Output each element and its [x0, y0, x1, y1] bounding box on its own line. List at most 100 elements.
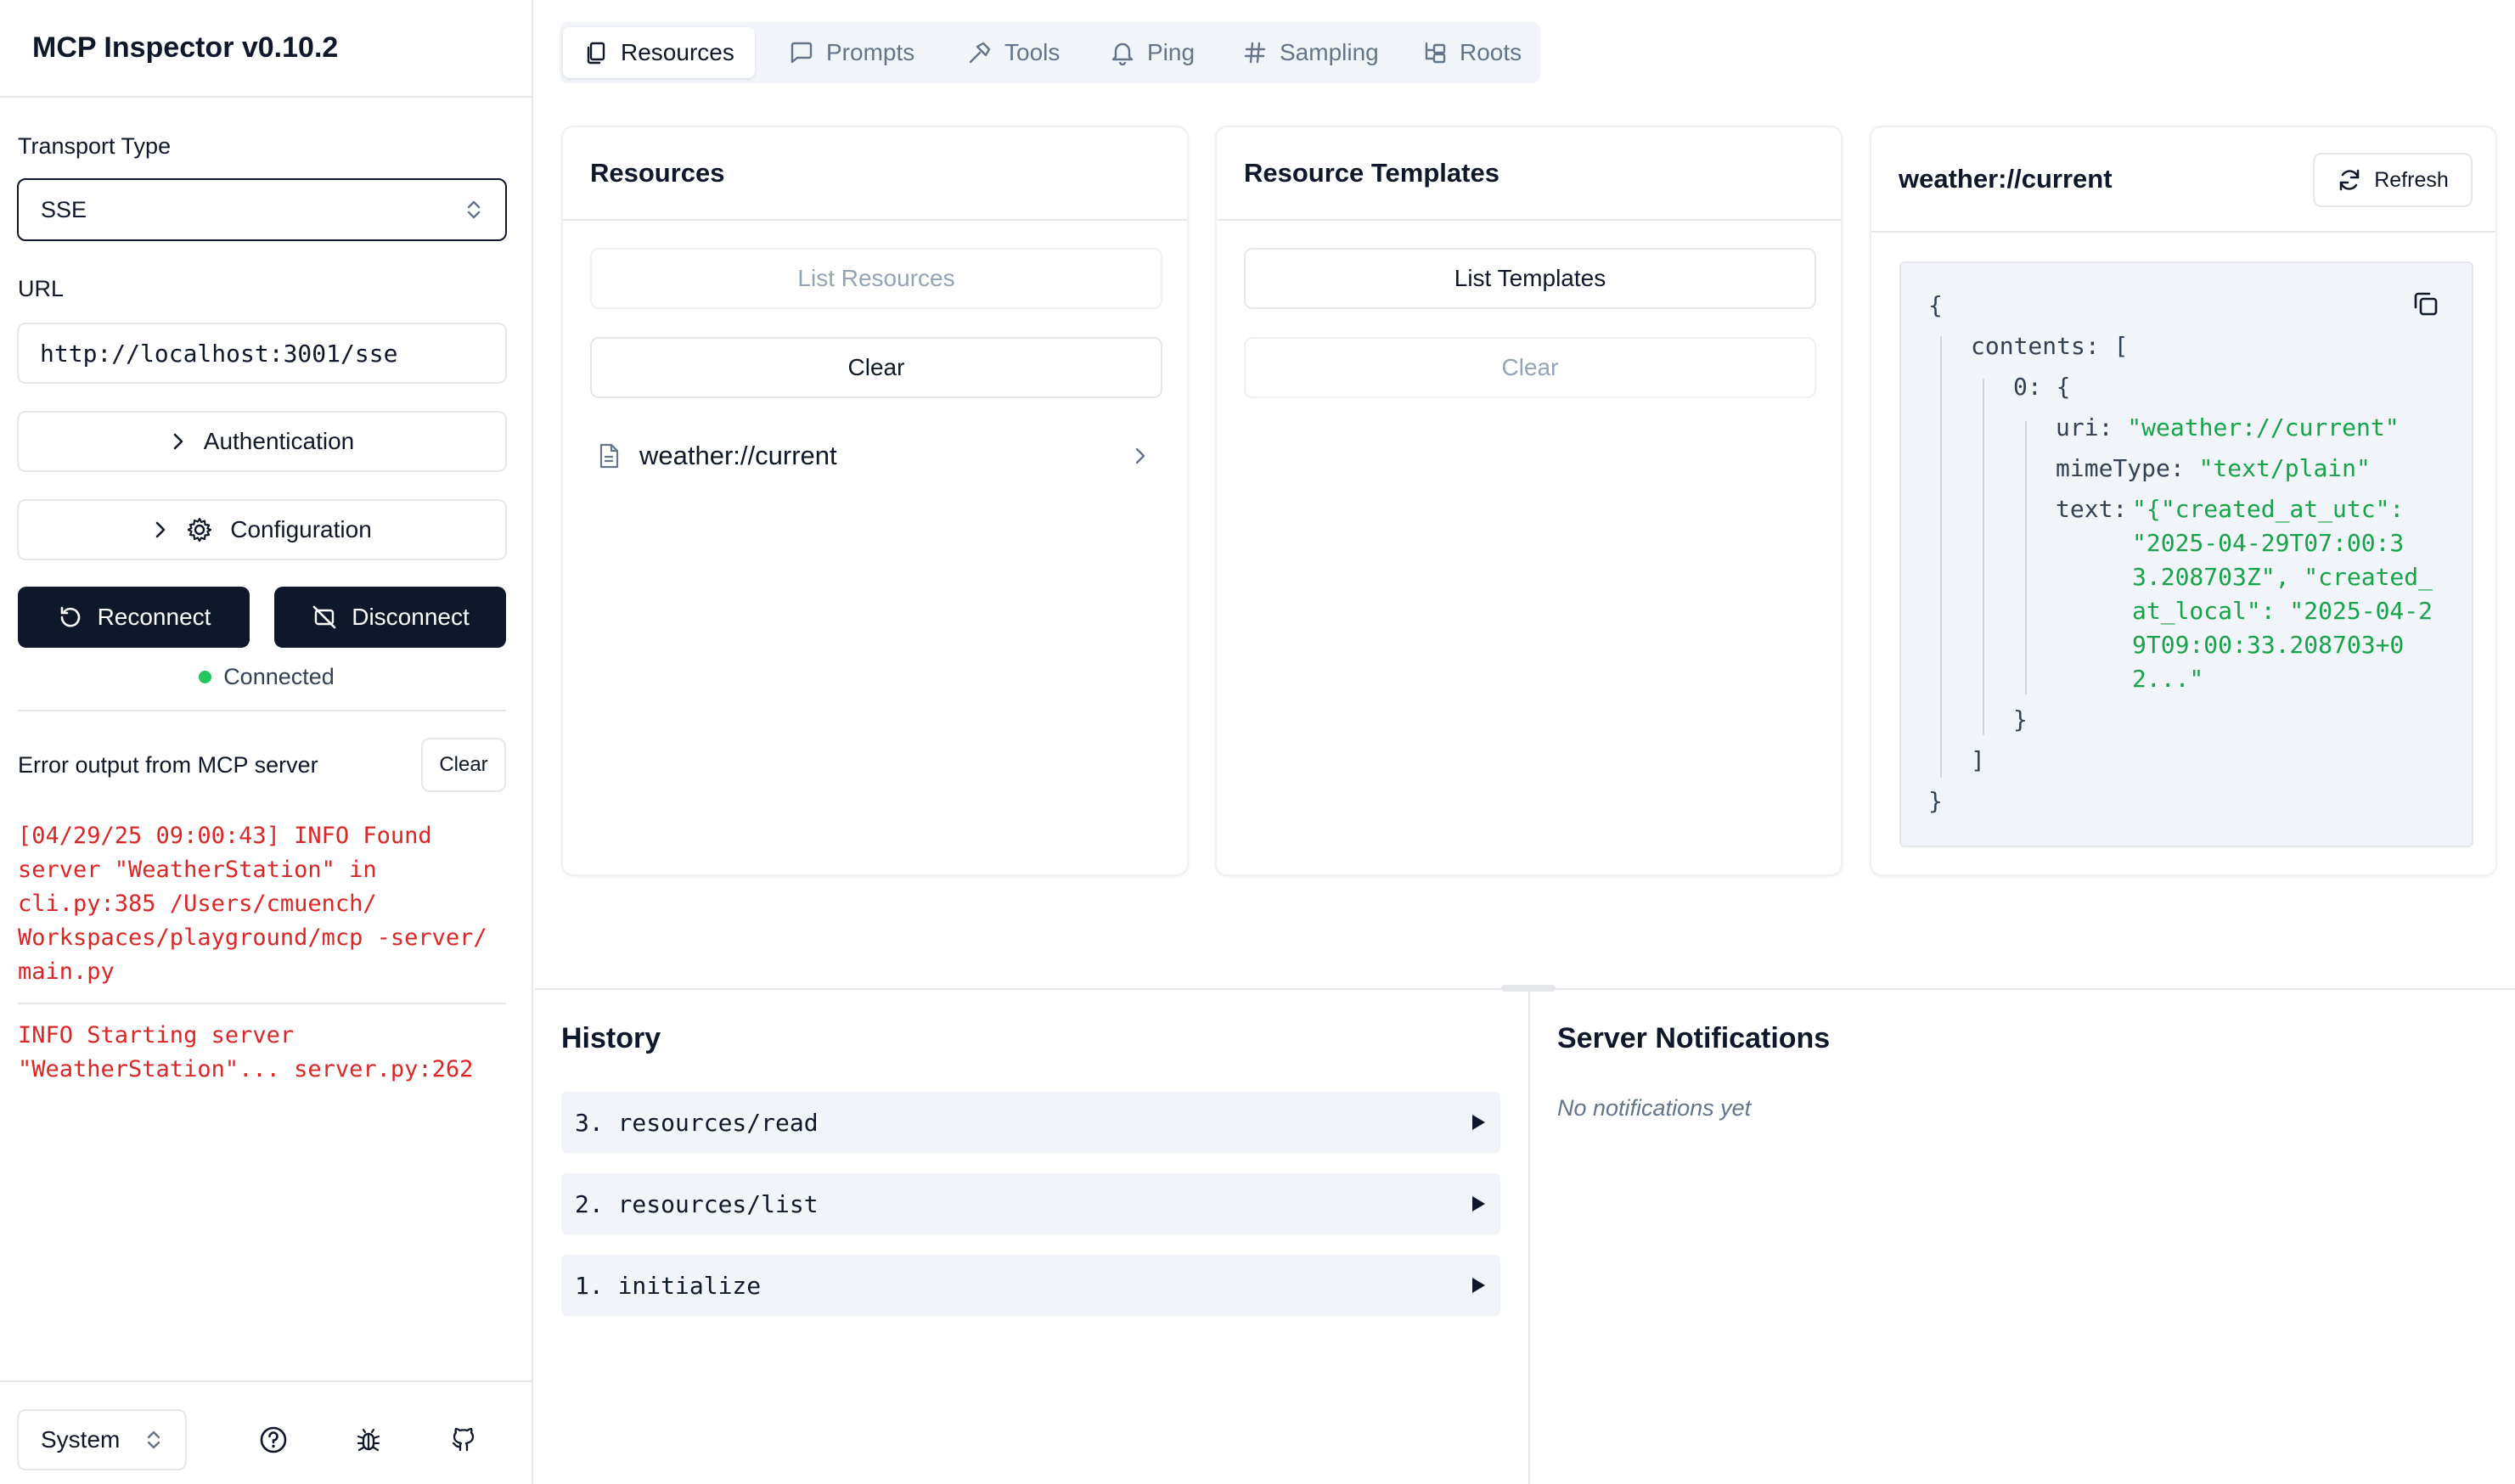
json-key: 0:: [2013, 373, 2042, 401]
clear-templates-label: Clear: [1501, 354, 1559, 380]
url-input[interactable]: http://localhost:3001/sse: [17, 323, 507, 384]
json-bracket: ]: [1971, 746, 1985, 774]
json-key: uri:: [2056, 413, 2113, 441]
sidebar-footer-divider: [0, 1380, 533, 1382]
reconnect-button[interactable]: Reconnect: [18, 587, 250, 648]
history-item[interactable]: 1. initialize: [561, 1255, 1500, 1316]
github-button[interactable]: [443, 1419, 484, 1460]
list-templates-button[interactable]: List Templates: [1244, 248, 1816, 309]
history-title: History: [561, 1022, 661, 1054]
templates-card-title: Resource Templates: [1217, 127, 1841, 221]
clear-errors-label: Clear: [439, 753, 488, 776]
gear-icon: [188, 517, 212, 542]
file-text-icon: [599, 443, 619, 469]
notifications-empty: No notifications yet: [1557, 1095, 1752, 1121]
indent-guide: [1940, 336, 1942, 778]
tab-sampling[interactable]: Sampling: [1222, 27, 1399, 78]
authentication-label: Authentication: [203, 428, 355, 454]
panel-split: [1528, 990, 1530, 1484]
chevron-right-icon: [173, 433, 183, 450]
clear-templates-button[interactable]: Clear: [1244, 337, 1816, 398]
tab-roots[interactable]: Roots: [1402, 27, 1542, 78]
history-item[interactable]: 3. resources/read: [561, 1092, 1500, 1153]
history-item-label: 2. resources/list: [575, 1189, 819, 1218]
bell-icon: [1111, 42, 1134, 65]
json-bracket: [: [2113, 332, 2129, 360]
list-resources-label: List Resources: [797, 265, 955, 291]
reconnect-label: Reconnect: [97, 604, 211, 630]
theme-select[interactable]: System: [17, 1409, 187, 1470]
disconnect-button[interactable]: Disconnect: [274, 587, 506, 648]
tab-label: Ping: [1147, 39, 1196, 65]
resource-templates-card: Resource Templates List Templates Clear: [1215, 126, 1843, 876]
json-line: mimeType: "text/plain": [2056, 452, 2371, 486]
debug-button[interactable]: [348, 1419, 389, 1460]
files-icon: [587, 42, 605, 65]
copy-icon[interactable]: [2411, 289, 2441, 319]
list-templates-label: List Templates: [1454, 265, 1606, 291]
message-square-icon: [791, 42, 813, 64]
json-string: "text/plain": [2198, 454, 2371, 482]
tab-tools[interactable]: Tools: [947, 27, 1080, 78]
caret-right-icon: [1472, 1115, 1485, 1130]
divider: [18, 1003, 506, 1004]
detail-title-text: weather://current: [1899, 164, 2113, 194]
authentication-button[interactable]: Authentication: [17, 411, 507, 472]
indent-guide: [1983, 379, 1984, 735]
error-line: INFO Starting server "WeatherStation"...…: [18, 1022, 474, 1082]
list-resources-button[interactable]: List Resources: [590, 248, 1162, 309]
main-tabs: Resources Prompts Tools Ping Sampling Ro…: [560, 22, 1540, 83]
tab-label: Tools: [1004, 39, 1061, 65]
clear-resources-label: Clear: [847, 354, 905, 380]
json-key: mimeType:: [2056, 454, 2185, 482]
json-line: 0: {: [2013, 370, 2070, 404]
tab-prompts[interactable]: Prompts: [768, 27, 935, 78]
configuration-label: Configuration: [230, 516, 372, 542]
folder-tree-icon: [1425, 42, 1446, 64]
json-string: 3.208703Z", "created_: [2132, 563, 2433, 591]
configuration-button[interactable]: Configuration: [17, 499, 507, 560]
chevrons-up-down-icon: [467, 200, 481, 219]
status-dot-icon: [199, 671, 212, 683]
json-string: "2025-04-29T07:00:3: [2132, 529, 2405, 557]
clear-resources-button[interactable]: Clear: [590, 337, 1162, 398]
tab-label: Roots: [1460, 39, 1522, 65]
disconnect-label: Disconnect: [352, 604, 470, 630]
json-brace: }: [2013, 705, 2028, 734]
chevron-right-icon: [1135, 447, 1145, 464]
transport-type-select[interactable]: SSE: [17, 178, 507, 241]
json-line: text:: [2056, 492, 2127, 526]
url-label: URL: [18, 276, 65, 301]
chevron-right-icon: [155, 521, 166, 538]
transport-type-value: SSE: [41, 196, 87, 222]
json-string: at_local": "2025-04-2: [2132, 597, 2433, 625]
json-brace: }: [1928, 787, 1943, 815]
tab-label: Prompts: [826, 39, 915, 65]
help-circle-icon: [260, 1426, 287, 1453]
sidebar-header: MCP Inspector v0.10.2: [0, 0, 532, 98]
resource-detail-card: weather://current Refresh { contents: [ …: [1870, 126, 2497, 876]
divider: [18, 710, 506, 711]
refresh-label: Refresh: [2374, 167, 2449, 192]
github-icon: [452, 1427, 475, 1452]
history-item[interactable]: 2. resources/list: [561, 1173, 1500, 1234]
error-line: [04/29/25 09:00:43] INFO Found server "W…: [18, 823, 487, 985]
list-item[interactable]: weather://current: [597, 435, 1149, 477]
unplug-icon: [312, 605, 336, 629]
error-output-title: Error output from MCP server: [18, 752, 318, 778]
resources-card-title: Resources: [563, 127, 1187, 221]
refresh-button[interactable]: Refresh: [2313, 153, 2473, 207]
tab-resources[interactable]: Resources: [563, 27, 755, 78]
rotate-ccw-icon: [60, 606, 80, 627]
json-viewer: { contents: [ 0: { uri: "weather://curre…: [1899, 261, 2473, 847]
tab-label: Sampling: [1280, 39, 1379, 65]
resources-card: Resources List Resources Clear weather:/…: [561, 126, 1189, 876]
tab-ping[interactable]: Ping: [1089, 27, 1215, 78]
hammer-icon: [969, 42, 991, 64]
json-string: "{"created_at_utc":: [2132, 495, 2405, 523]
help-button[interactable]: [253, 1419, 294, 1460]
caret-right-icon: [1472, 1278, 1485, 1293]
hash-icon: [1244, 42, 1266, 64]
json-key: text:: [2056, 495, 2128, 523]
clear-errors-button[interactable]: Clear: [421, 738, 506, 792]
